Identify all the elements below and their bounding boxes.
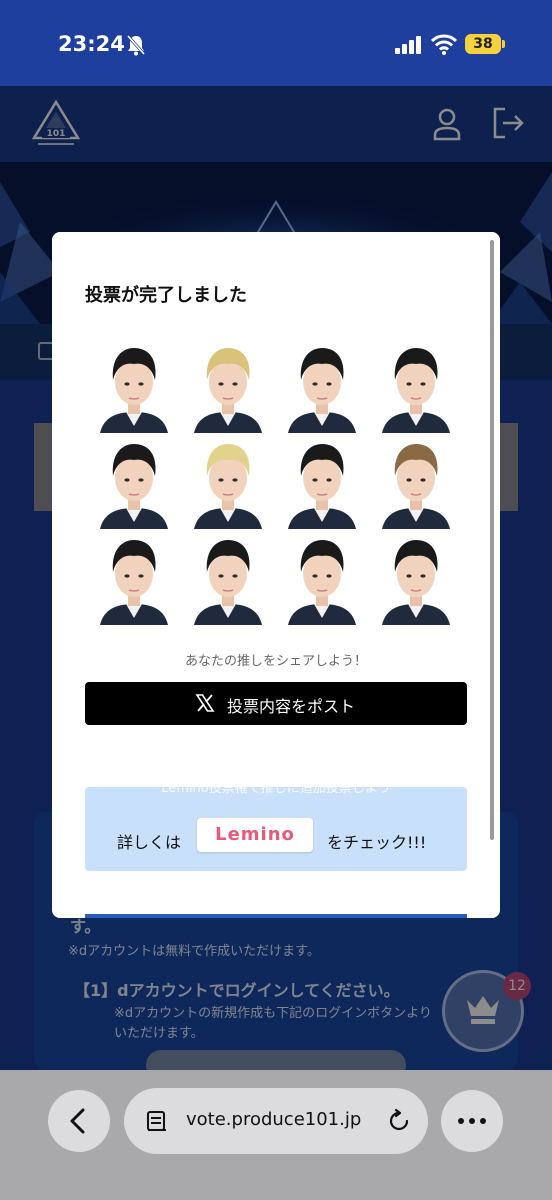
lemino-promo: Lemino投票権で推しに追加投票しよう 詳しくは Lemino をチェック!!… [85,787,467,871]
battery-nub [502,40,505,48]
back-icon [70,1108,85,1134]
post-to-x-button[interactable]: 投票内容をポスト [85,682,467,725]
trainee-photo [96,436,172,529]
url-bar[interactable]: vote.produce101.jp [124,1088,428,1154]
lemino-promo-heading: Lemino投票権で推しに追加投票しよう [161,787,391,796]
trainee-photo [96,532,172,625]
trainee-photo-grid [96,340,472,628]
modal-next-section [85,914,467,918]
battery-icon: 38 [465,34,501,54]
trainee-photo [284,340,360,433]
vote-complete-modal: 投票が完了しました あなたの推しをシェアしよう！ 投票内容をポスト Lemino… [52,232,500,918]
trainee-photo [96,340,172,433]
page-icon[interactable] [146,1110,168,1132]
trainee-photo [190,532,266,625]
post-button-label: 投票内容をポスト [227,697,356,716]
lemino-suffix-text: をチェック!!! [327,833,427,852]
wifi-icon [431,34,457,55]
back-button[interactable] [48,1090,110,1152]
trainee-photo [284,436,360,529]
more-button[interactable] [441,1090,503,1152]
lemino-logo-link[interactable]: Lemino [197,818,313,852]
modal-title: 投票が完了しました [85,285,247,306]
modal-scrollbar[interactable] [490,240,494,840]
trainee-photo [190,340,266,433]
trainee-photo [378,340,454,433]
trainee-photo [378,532,454,625]
trainee-photo [190,436,266,529]
status-time: 23:24 [58,32,125,56]
bell-slash-icon [126,35,146,56]
x-logo-icon [195,694,215,712]
more-icon [458,1118,486,1124]
signal-icon [395,36,421,54]
share-caption: あなたの推しをシェアしよう！ [184,654,367,669]
lemino-prefix-text: 詳しくは [117,833,182,852]
trainee-photo [378,436,454,529]
reload-icon[interactable] [386,1108,412,1134]
url-text: vote.produce101.jp [186,1109,362,1130]
trainee-photo [284,532,360,625]
